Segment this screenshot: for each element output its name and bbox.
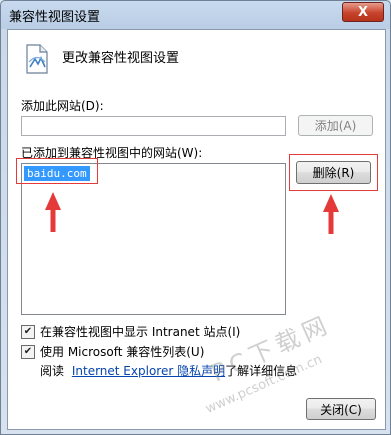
close-button-label: 关闭(C) [320,402,362,417]
mslist-option[interactable]: ✔ 使用 Microsoft 兼容性列表(U) [21,343,204,360]
read-prefix: 阅读 [40,364,65,378]
close-icon: X [357,4,369,20]
add-site-label: 添加此网站(D): [21,99,104,113]
page-title: 更改兼容性视图设置 [62,51,180,66]
add-button-label: 添加(A) [314,119,357,133]
title-bar: 兼容性视图设置 X [1,1,390,28]
compat-view-page-icon [26,44,48,74]
intranet-option[interactable]: ✔ 在兼容性视图中显示 Intranet 站点(I) [21,323,240,340]
mslist-checkbox[interactable]: ✔ [21,344,35,359]
add-site-input[interactable] [21,116,286,136]
intranet-checkbox[interactable]: ✔ [21,324,35,339]
annotation-arrow-remove [323,194,339,234]
added-sites-list[interactable]: baidu.com [21,163,286,315]
add-button[interactable]: 添加(A) [298,115,373,136]
intranet-label: 在兼容性视图中显示 Intranet 站点(I) [40,325,241,339]
close-button[interactable]: 关闭(C) [306,398,376,420]
annotation-box-remove [289,154,378,191]
compat-view-settings-window: 兼容性视图设置 X 更改兼容性视图设置 添加此网站(D): 添加(A) 已添加到… [0,0,391,435]
window-title: 兼容性视图设置 [9,10,101,25]
mslist-label: 使用 Microsoft 兼容性列表(U) [40,345,205,359]
privacy-link[interactable]: Internet Explorer 隐私声明 [72,364,225,378]
annotation-box-site [16,158,98,184]
dialog-body: 更改兼容性视图设置 添加此网站(D): 添加(A) 已添加到兼容性视图中的网站(… [7,29,386,430]
annotation-arrow-site [45,192,61,232]
window-close-button[interactable]: X [342,2,384,22]
